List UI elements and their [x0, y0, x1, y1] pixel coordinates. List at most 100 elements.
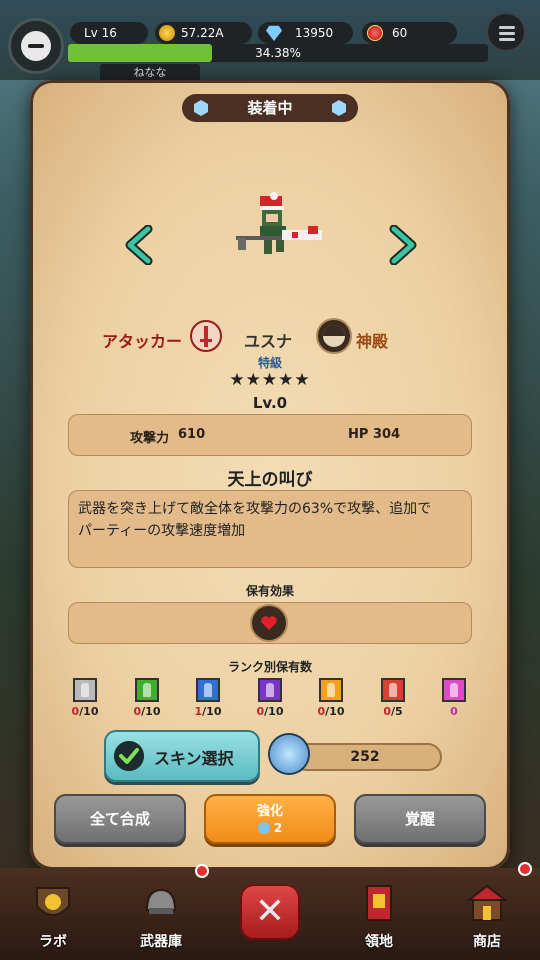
- enhance-label: 強化: [256, 804, 283, 819]
- nav-item-territory[interactable]: 領地: [326, 868, 432, 960]
- temple-faction-icon: [316, 318, 352, 354]
- hero-level: Lv.0: [252, 394, 288, 412]
- dialog-title-bar: 装着中: [182, 94, 358, 122]
- sword-icon: [190, 320, 222, 352]
- enhance-cost: 2: [204, 821, 336, 835]
- nav-label-territory: 領地: [365, 934, 393, 950]
- rank-count: 0: [439, 705, 469, 718]
- list-menu-button[interactable]: [486, 12, 526, 52]
- rank-count-item: 0/10: [132, 678, 162, 718]
- hex-gem-icon: [194, 100, 208, 116]
- attack-label: 攻撃力: [130, 431, 170, 446]
- hp-label: HP: [348, 427, 369, 442]
- heart-effect-button[interactable]: [252, 606, 286, 640]
- nav-item-shop[interactable]: 商店: [434, 868, 540, 960]
- hero-detail-dialog: 装着中 アタッカー ユスナ 神殿 特級 ★★★★★ Lv.0 攻撃力 610 H…: [30, 80, 510, 870]
- rank-max-count: /10: [202, 705, 222, 718]
- rank-owned-count: 0: [383, 705, 391, 718]
- dialog-title: 装着中: [247, 99, 293, 117]
- awaken-button[interactable]: 覚醒: [354, 794, 486, 844]
- rank-max-count: /10: [79, 705, 99, 718]
- nav-label-shop: 商店: [473, 934, 501, 950]
- notification-badge: [518, 862, 532, 876]
- owned-effect-label: 保有効果: [245, 584, 294, 598]
- owned-effect-panel: [68, 602, 472, 644]
- hero-faction: 神殿: [356, 332, 389, 351]
- merge-all-label: 全て合成: [89, 810, 150, 828]
- notification-badge: [195, 864, 209, 878]
- hp-value: 304: [373, 427, 401, 442]
- ruby-counter: 60: [362, 22, 457, 44]
- armory-helmet-icon: [145, 888, 177, 914]
- skill-name: 天上の叫び: [227, 470, 313, 490]
- close-button[interactable]: ✕: [240, 884, 300, 940]
- rank-owned-count: 0: [256, 705, 265, 718]
- rank-max-count: /5: [390, 705, 403, 718]
- chevron-left-icon[interactable]: [120, 225, 160, 265]
- rank-icon: [258, 678, 282, 702]
- ruby-amount: 60: [392, 26, 408, 40]
- awaken-label: 覚醒: [404, 810, 435, 828]
- attack-value: 610: [178, 427, 206, 442]
- rank-count: 0/10: [255, 705, 285, 718]
- xp-percent: 34.38%: [255, 46, 301, 60]
- nav-item-armory[interactable]: 武器庫: [108, 868, 214, 960]
- skin-select-label: スキン選択: [154, 749, 234, 768]
- top-hud: Lv 16 57.22A 13950 60 34.38% ねなな: [0, 0, 540, 90]
- rank-max-count: /10: [325, 705, 345, 718]
- enhance-button[interactable]: 強化 2: [204, 794, 336, 844]
- hero-role: アタッカー: [102, 332, 183, 351]
- rank-owned-count: 0: [317, 705, 326, 718]
- rank-count: 0/10: [316, 705, 346, 718]
- rank-count: 1/10: [193, 705, 223, 718]
- list-icon: [499, 26, 515, 29]
- nav-label-armory: 武器庫: [140, 934, 182, 950]
- list-icon-line: [499, 38, 515, 41]
- skin-select-button[interactable]: スキン選択: [104, 730, 260, 782]
- rank-icon: [135, 678, 159, 702]
- chevron-right-icon[interactable]: [382, 225, 422, 265]
- rank-icon: [319, 678, 343, 702]
- rank-count-item: 0/5: [378, 678, 408, 718]
- rank-icon: [381, 678, 405, 702]
- fragment-count: 252: [350, 749, 380, 765]
- hex-gem-icon: [332, 100, 346, 116]
- profile-menu-button[interactable]: [8, 18, 64, 74]
- rank-count: 0/10: [132, 705, 162, 718]
- close-icon: ✕: [254, 891, 286, 932]
- territory-banner-icon: [366, 885, 392, 921]
- rank-count: 0/5: [378, 705, 408, 718]
- rank-icon: [73, 678, 97, 702]
- xp-bar: 34.38%: [68, 44, 488, 62]
- rank-owned-count: 0: [133, 705, 142, 718]
- list-icon-line: [499, 32, 515, 35]
- rank-count: 0/10: [70, 705, 100, 718]
- rank-count-item: 0/10: [316, 678, 346, 718]
- skill-description-line: 武器を突き上げて敵全体を攻撃力の63%で攻撃、追加で: [78, 501, 432, 517]
- nav-label-lab: ラボ: [39, 934, 67, 950]
- merge-all-button[interactable]: 全て合成: [54, 794, 186, 844]
- rank-owned-count: 1: [194, 705, 203, 718]
- hero-name: ユスナ: [244, 332, 293, 351]
- rank-max-count: /10: [264, 705, 284, 718]
- gold-amount: 57.22A: [181, 26, 224, 40]
- hero-stars: ★★★★★: [229, 370, 311, 390]
- skill-description-panel: 武器を突き上げて敵全体を攻撃力の63%で攻撃、追加で パーティーの攻撃速度増加: [68, 490, 472, 568]
- rank-icon: [196, 678, 220, 702]
- skill-description: 武器を突き上げて敵全体を攻撃力の63%で攻撃、追加で パーティーの攻撃速度増加: [78, 498, 462, 542]
- skill-description-line: パーティーの攻撃速度増加: [78, 523, 246, 539]
- gem-counter: 13950: [258, 22, 353, 44]
- rank-count-item: 1/10: [193, 678, 223, 718]
- rank-count-item: 0: [439, 678, 469, 718]
- lab-shield-icon: [36, 887, 70, 916]
- snowflake-fragment-icon: [270, 735, 308, 773]
- snowflake-icon: [257, 822, 270, 834]
- heart-icon: [261, 616, 277, 630]
- rank-max-count: /10: [141, 705, 161, 718]
- hero-sprite: [236, 192, 322, 254]
- player-level: Lv 16: [70, 22, 148, 44]
- ruby-icon: [367, 25, 383, 41]
- rank-count-item: 0/10: [70, 678, 100, 718]
- nav-item-lab[interactable]: ラボ: [0, 868, 106, 960]
- rank-icon: [442, 678, 466, 702]
